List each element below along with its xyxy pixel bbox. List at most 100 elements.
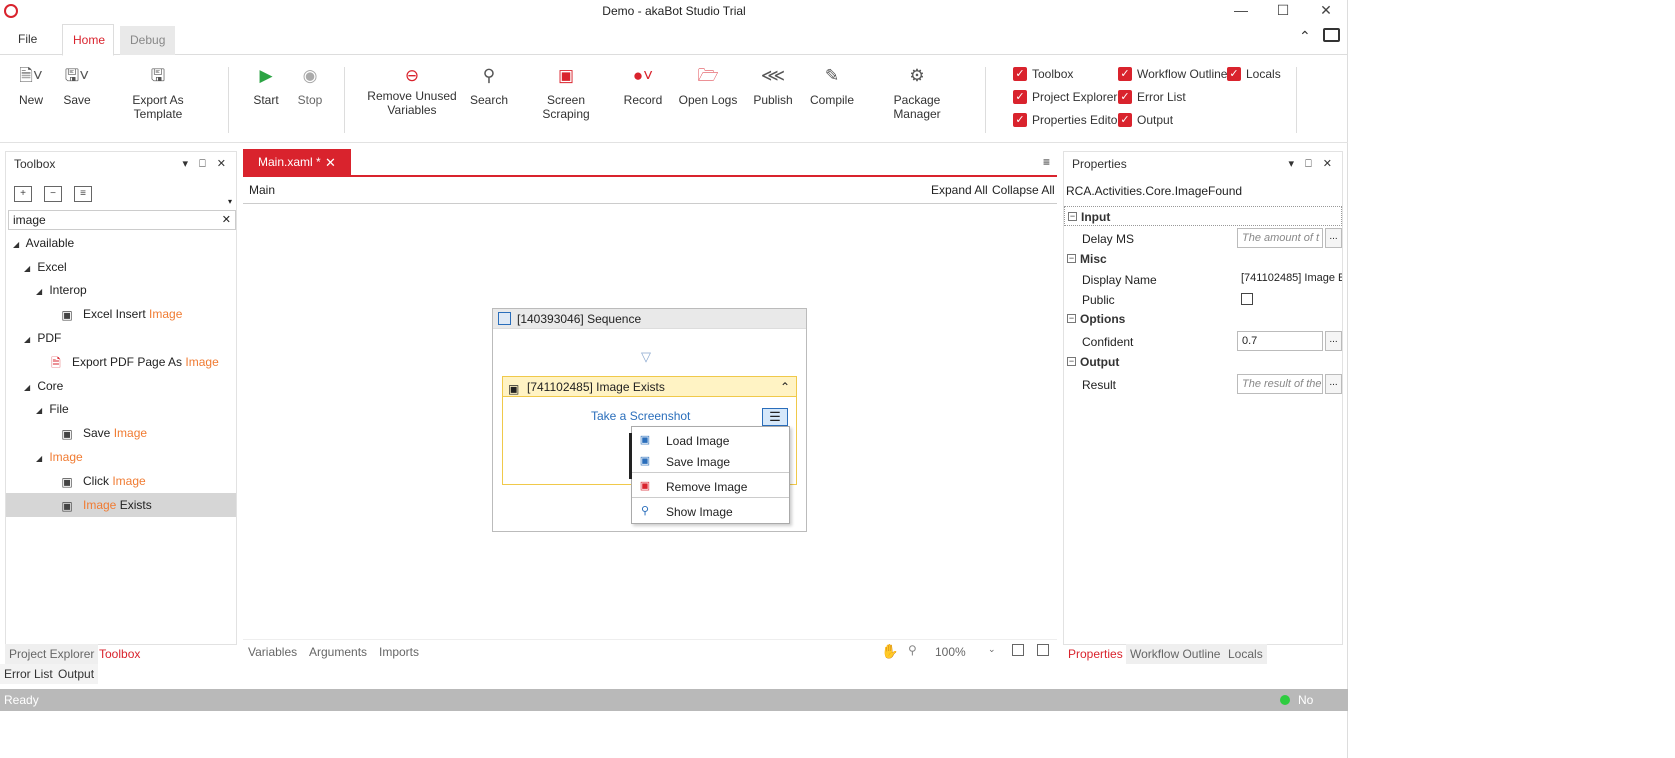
remove-unused-variables-button[interactable]: ⊖ Remove Unused Variables — [364, 65, 460, 117]
tab-debug[interactable]: Debug — [120, 26, 175, 55]
screen-scraping-button[interactable]: ▣ Screen Scraping — [524, 65, 608, 121]
display-name-field[interactable]: [741102485] Image E — [1237, 269, 1342, 289]
tab-home[interactable]: Home — [62, 24, 114, 56]
tree-excel-label: Excel — [37, 260, 67, 274]
start-button[interactable]: ▶ Start — [250, 65, 282, 107]
feedback-icon[interactable] — [1323, 28, 1340, 42]
take-screenshot-link[interactable]: Take a Screenshot — [591, 409, 690, 423]
ellipsis-button[interactable]: ... — [1325, 228, 1342, 248]
collapse-tree-icon[interactable]: − — [44, 186, 62, 202]
tree-core[interactable]: ◢ Core — [24, 377, 63, 395]
toggle-project-explorer[interactable]: ✓ Project Explorer — [1013, 88, 1117, 106]
section-options[interactable]: − Options — [1064, 309, 1125, 329]
public-checkbox[interactable] — [1241, 293, 1253, 305]
tree-core-label: Core — [37, 379, 64, 393]
scroll-down-icon[interactable]: ▾ — [228, 197, 232, 206]
tree-item-save-image[interactable]: ▣ Save Image — [59, 424, 147, 442]
remove-unused-label-2: Variables — [387, 103, 437, 117]
expand-all-link[interactable]: Expand All — [931, 177, 988, 204]
toggle-locals[interactable]: ✓ Locals — [1227, 65, 1281, 83]
hand-tool-icon[interactable]: ✋ — [881, 643, 898, 660]
document-tab[interactable]: Main.xaml * ✕ — [243, 149, 351, 176]
search-button[interactable]: ⚲ Search — [470, 65, 508, 107]
menu-item-remove-image[interactable]: ▣ Remove Image — [632, 476, 789, 498]
section-input[interactable]: − Input — [1064, 206, 1342, 226]
tree-pdf[interactable]: ◢ PDF — [24, 329, 61, 347]
tree-file[interactable]: ◢ File — [36, 400, 69, 418]
variables-tab[interactable]: Variables — [248, 645, 297, 659]
menu-item-load-image[interactable]: ▣ Load Image — [632, 430, 789, 452]
package-manager-button[interactable]: ⚙ Package Manager — [870, 65, 964, 121]
arguments-tab[interactable]: Arguments — [309, 645, 367, 659]
open-logs-button[interactable]: 🗁 Open Logs — [678, 65, 738, 107]
tree-item-image-exists[interactable]: ▣ Image Exists — [59, 496, 151, 514]
export-template-button[interactable]: 🖫 Export As Template — [108, 65, 208, 121]
tree-available[interactable]: ◢ Available — [13, 234, 74, 252]
show-image-icon: ⚲ — [640, 505, 650, 517]
toggle-error-list-label: Error List — [1137, 90, 1186, 104]
section-misc[interactable]: − Misc — [1064, 249, 1107, 269]
zoom-level[interactable]: 100% — [935, 645, 966, 659]
toggle-toolbox-label: Toolbox — [1032, 67, 1074, 81]
tree-item-export-pdf-page-as-image[interactable]: 🗎 Export PDF Page As Image — [48, 353, 219, 371]
toggle-properties-editor[interactable]: ✓ Properties Editor — [1013, 111, 1121, 129]
list-view-icon[interactable]: ≡ — [74, 186, 92, 202]
collapse-all-link[interactable]: Collapse All — [992, 177, 1055, 204]
tree-excel[interactable]: ◢ Excel — [24, 258, 67, 276]
compile-button[interactable]: ✎ Compile — [810, 65, 854, 107]
close-tab-icon[interactable]: ✕ — [325, 149, 336, 176]
toggle-output-label: Output — [1137, 113, 1174, 127]
confident-field[interactable]: 0.7 — [1237, 331, 1323, 351]
ellipsis-button[interactable]: ... — [1325, 374, 1342, 394]
menu-button[interactable]: ☰ — [762, 408, 788, 426]
ellipsis-button[interactable]: ... — [1325, 331, 1342, 351]
overview-icon[interactable] — [1037, 644, 1049, 656]
fit-screen-icon[interactable] — [1012, 644, 1024, 656]
section-output[interactable]: − Output — [1064, 352, 1119, 372]
tree-item-excel-insert-image[interactable]: ▣ Excel Insert Image — [59, 305, 182, 323]
expand-tree-icon[interactable]: + — [14, 186, 32, 202]
imports-tab[interactable]: Imports — [379, 645, 419, 659]
tab-file[interactable]: File — [8, 24, 47, 55]
panel-controls[interactable]: ▾ ⎕ ✕ — [183, 152, 230, 176]
toggle-toolbox[interactable]: ✓ Toolbox — [1013, 65, 1073, 83]
new-button[interactable]: 🗎˅ New — [14, 65, 48, 107]
save-button[interactable]: 🖫˅ Save — [60, 65, 94, 107]
delay-ms-field[interactable]: The amount of t — [1237, 228, 1323, 248]
maximize-icon[interactable]: ☐ — [1268, 2, 1298, 22]
stop-button[interactable]: ◉ Stop — [294, 65, 326, 107]
tab-locals[interactable]: Locals — [1224, 644, 1267, 664]
tree-item-click-image[interactable]: ▣ Click Image — [59, 472, 145, 490]
tree-image-group[interactable]: ◢ Image — [36, 448, 83, 466]
panel-controls[interactable]: ▾ ⎕ ✕ — [1289, 152, 1336, 176]
toggle-error-list[interactable]: ✓ Error List — [1118, 88, 1186, 106]
tree-interop[interactable]: ◢ Interop — [36, 281, 87, 299]
toggle-workflow-outline[interactable]: ✓ Workflow Outline — [1118, 65, 1227, 83]
workflow-designer: Main.xaml * ✕ ≡ Main Expand All Collapse… — [243, 149, 1057, 659]
breadcrumb[interactable]: Main — [249, 177, 275, 204]
tab-toolbox[interactable]: Toolbox — [95, 644, 144, 664]
tab-project-explorer[interactable]: Project Explorer — [5, 644, 99, 664]
error-status[interactable]: No Errors — [1298, 689, 1348, 733]
record-button[interactable]: ●˅ Record — [622, 65, 664, 107]
clear-search-icon[interactable]: ✕ — [222, 211, 231, 229]
close-icon[interactable]: ✕ — [1311, 2, 1341, 22]
publish-button[interactable]: ⋘ Publish — [752, 65, 794, 107]
menu-item-show-image[interactable]: ⚲ Show Image — [632, 501, 789, 523]
collapse-ribbon-icon[interactable]: ⌃ — [1299, 28, 1311, 45]
tab-list-icon[interactable]: ≡ — [1043, 155, 1050, 169]
toggle-output[interactable]: ✓ Output — [1118, 111, 1173, 129]
check-icon: ✓ — [1013, 113, 1027, 127]
tab-error-list[interactable]: Error List — [0, 664, 57, 684]
zoom-dropdown-icon[interactable]: ⌄ — [988, 644, 996, 655]
zoom-icon[interactable]: ⚲ — [908, 643, 917, 657]
minimize-icon[interactable]: — — [1226, 2, 1256, 22]
drop-arrow-icon: ▽ — [641, 349, 651, 364]
menu-item-save-image[interactable]: ▣ Save Image — [632, 451, 789, 473]
toolbox-search-input[interactable]: image ✕ — [8, 210, 236, 230]
tab-output[interactable]: Output — [54, 664, 99, 684]
result-field[interactable]: The result of the — [1237, 374, 1323, 394]
tab-workflow-outline[interactable]: Workflow Outline — [1126, 644, 1225, 664]
tab-properties[interactable]: Properties — [1064, 644, 1127, 664]
collapse-activity-icon[interactable]: ⌃ — [780, 377, 790, 397]
